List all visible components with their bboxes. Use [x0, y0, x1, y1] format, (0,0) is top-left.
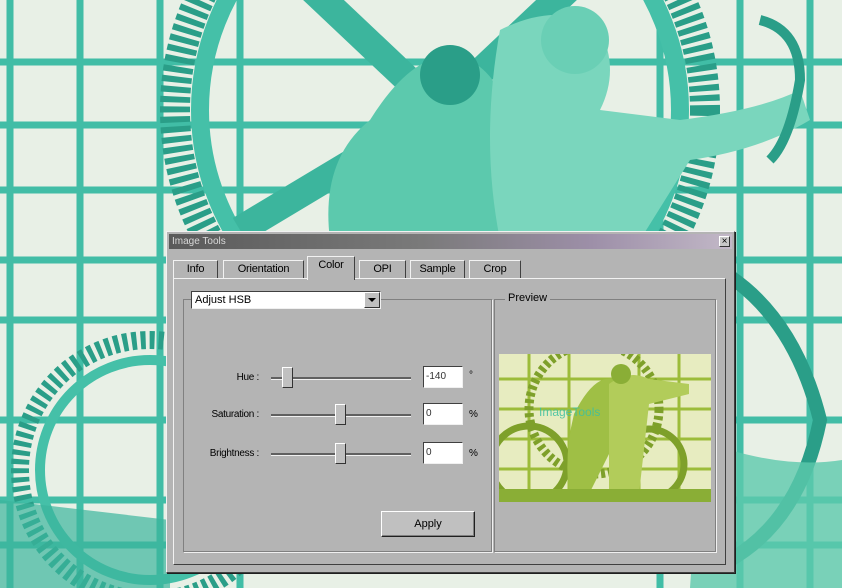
brightness-input[interactable]: 0 — [423, 442, 463, 464]
svg-text:ImageTools: ImageTools — [539, 405, 600, 419]
tab-label: OPI — [373, 263, 392, 275]
hue-label: Hue : — [236, 372, 260, 383]
close-button[interactable]: × — [719, 236, 730, 247]
tab-label: Sample — [419, 263, 456, 275]
brightness-label: Brightness : — [209, 448, 260, 459]
window-title: Image Tools — [172, 236, 226, 247]
brightness-slider-thumb[interactable] — [335, 443, 346, 464]
hue-slider-thumb[interactable] — [282, 367, 293, 388]
chevron-down-icon[interactable] — [364, 292, 380, 308]
tab-label: Info — [186, 263, 205, 275]
brightness-unit: % — [469, 448, 478, 459]
tab-sample[interactable]: Sample — [410, 260, 465, 278]
tab-label: Color — [318, 259, 344, 271]
preview-caption: Preview — [505, 292, 551, 304]
tab-color[interactable]: Color — [307, 256, 355, 280]
saturation-slider-thumb[interactable] — [335, 404, 346, 425]
title-bar[interactable]: Image Tools × — [169, 234, 732, 249]
hue-unit: ° — [469, 370, 473, 381]
saturation-unit: % — [469, 409, 478, 420]
tab-label: Crop — [483, 263, 507, 275]
saturation-input[interactable]: 0 — [423, 403, 463, 425]
apply-button[interactable]: Apply — [381, 511, 475, 537]
tab-orientation[interactable]: Orientation — [223, 260, 304, 278]
tab-label: Orientation — [237, 263, 290, 275]
adjust-mode-value: Adjust HSB — [195, 294, 252, 306]
close-icon: × — [721, 236, 728, 247]
tab-info[interactable]: Info — [173, 260, 218, 278]
adjust-mode-select[interactable]: Adjust HSB — [191, 291, 381, 309]
tab-opi[interactable]: OPI — [359, 260, 406, 278]
tab-crop[interactable]: Crop — [469, 260, 521, 278]
image-tools-window: Image Tools × Info Orientation Color OPI… — [166, 231, 735, 573]
hue-input[interactable]: -140 — [423, 366, 463, 388]
saturation-label: Saturation : — [211, 409, 259, 420]
preview-thumbnail: ImageTools — [499, 354, 711, 502]
preview-image: ImageTools — [499, 354, 711, 502]
